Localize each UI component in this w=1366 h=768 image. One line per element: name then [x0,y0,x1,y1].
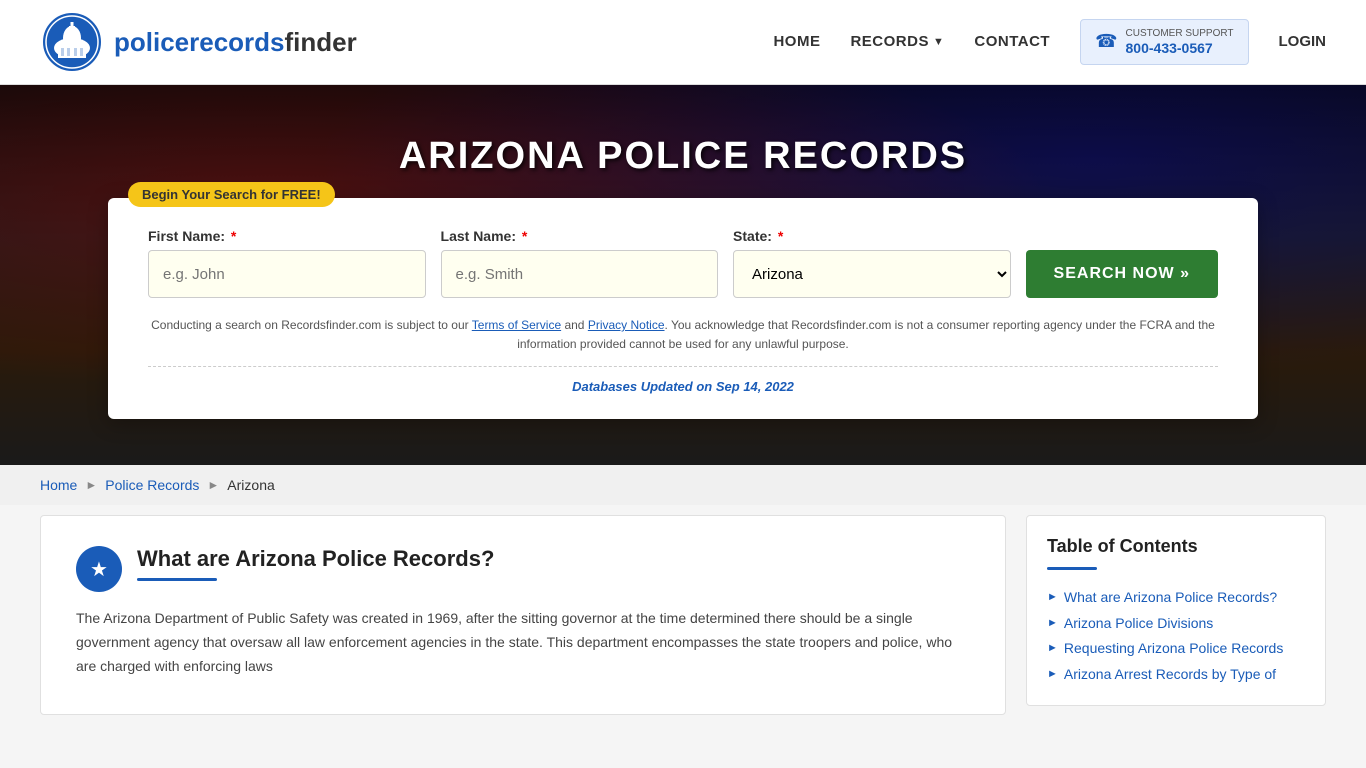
free-badge[interactable]: Begin Your Search for FREE! [128,182,335,207]
last-name-input[interactable] [441,250,719,298]
toc-link-1[interactable]: ► What are Arizona Police Records? [1047,588,1305,608]
privacy-link[interactable]: Privacy Notice [588,318,665,332]
section-title: What are Arizona Police Records? [137,546,494,572]
support-label: CUSTOMER SUPPORT [1126,28,1234,40]
logo-text: policerecordsfinder [114,27,357,58]
required-star-2: * [522,228,527,244]
logo-icon [40,10,104,74]
nav-home[interactable]: HOME [773,33,820,50]
first-name-label: First Name: * [148,228,426,244]
last-name-group: Last Name: * [441,228,719,298]
toc-link-3[interactable]: ► Requesting Arizona Police Records [1047,639,1305,659]
toc-link-2[interactable]: ► Arizona Police Divisions [1047,614,1305,634]
toc-underline [1047,567,1097,570]
state-label: State: * [733,228,1011,244]
required-star: * [231,228,236,244]
search-button[interactable]: SEARCH NOW » [1026,250,1218,298]
breadcrumb-current: Arizona [227,477,274,493]
customer-support-button[interactable]: ☎ CUSTOMER SUPPORT 800-433-0567 [1080,19,1248,66]
toc-link-4[interactable]: ► Arizona Arrest Records by Type of [1047,665,1305,685]
toc-item: ► Arizona Arrest Records by Type of [1047,665,1305,685]
breadcrumb-police-records[interactable]: Police Records [105,477,199,493]
main-nav: HOME RECORDS ▼ CONTACT ☎ CUSTOMER SUPPOR… [773,19,1326,66]
main-content: ★ What are Arizona Police Records? The A… [40,515,1006,715]
phone-icon: ☎ [1095,31,1117,52]
toc-card: Table of Contents ► What are Arizona Pol… [1026,515,1326,706]
state-select[interactable]: Arizona Alabama Alaska California Colora… [733,250,1011,298]
support-number: 800-433-0567 [1126,40,1213,56]
search-form-row: First Name: * Last Name: * State: * Ariz [148,228,1218,298]
section-icon: ★ [76,546,122,592]
logo[interactable]: policerecordsfinder [40,10,357,74]
section-title-block: What are Arizona Police Records? [137,546,494,581]
badge-icon: ★ [90,557,108,582]
required-star-3: * [778,228,783,244]
site-header: policerecordsfinder HOME RECORDS ▼ CONTA… [0,0,1366,85]
breadcrumb-sep-2: ► [207,478,219,492]
first-name-group: First Name: * [148,228,426,298]
db-updated: Databases Updated on Sep 14, 2022 [148,366,1218,394]
toc-item: ► Requesting Arizona Police Records [1047,639,1305,659]
sidebar: Table of Contents ► What are Arizona Pol… [1026,515,1326,715]
toc-item: ► Arizona Police Divisions [1047,614,1305,634]
section-header: ★ What are Arizona Police Records? [76,546,970,592]
nav-records[interactable]: RECORDS ▼ [850,33,944,50]
nav-contact[interactable]: CONTACT [974,33,1050,50]
hero-section: ARIZONA POLICE RECORDS Begin Your Search… [0,85,1366,465]
state-group: State: * Arizona Alabama Alaska Californ… [733,228,1011,298]
content-area: ★ What are Arizona Police Records? The A… [0,515,1366,715]
breadcrumb-home[interactable]: Home [40,477,77,493]
toc-title: Table of Contents [1047,536,1305,557]
login-button[interactable]: LOGIN [1279,33,1327,50]
first-name-input[interactable] [148,250,426,298]
chevron-right-icon: ► [1047,616,1058,631]
chevron-right-icon: ► [1047,641,1058,656]
breadcrumb-sep-1: ► [85,478,97,492]
last-name-label: Last Name: * [441,228,719,244]
chevron-down-icon: ▼ [933,36,944,48]
toc-item: ► What are Arizona Police Records? [1047,588,1305,608]
db-date: Sep 14, 2022 [716,379,794,394]
chevron-right-icon: ► [1047,590,1058,605]
breadcrumb: Home ► Police Records ► Arizona [0,465,1366,505]
section-body: The Arizona Department of Public Safety … [76,607,970,678]
toc-list: ► What are Arizona Police Records? ► Ari… [1047,588,1305,684]
chevron-right-icon: ► [1047,667,1058,682]
section-title-underline [137,578,217,581]
search-card: Begin Your Search for FREE! First Name: … [108,198,1258,419]
disclaimer-text: Conducting a search on Recordsfinder.com… [148,316,1218,354]
tos-link[interactable]: Terms of Service [472,318,561,332]
page-title: ARIZONA POLICE RECORDS [399,135,967,178]
